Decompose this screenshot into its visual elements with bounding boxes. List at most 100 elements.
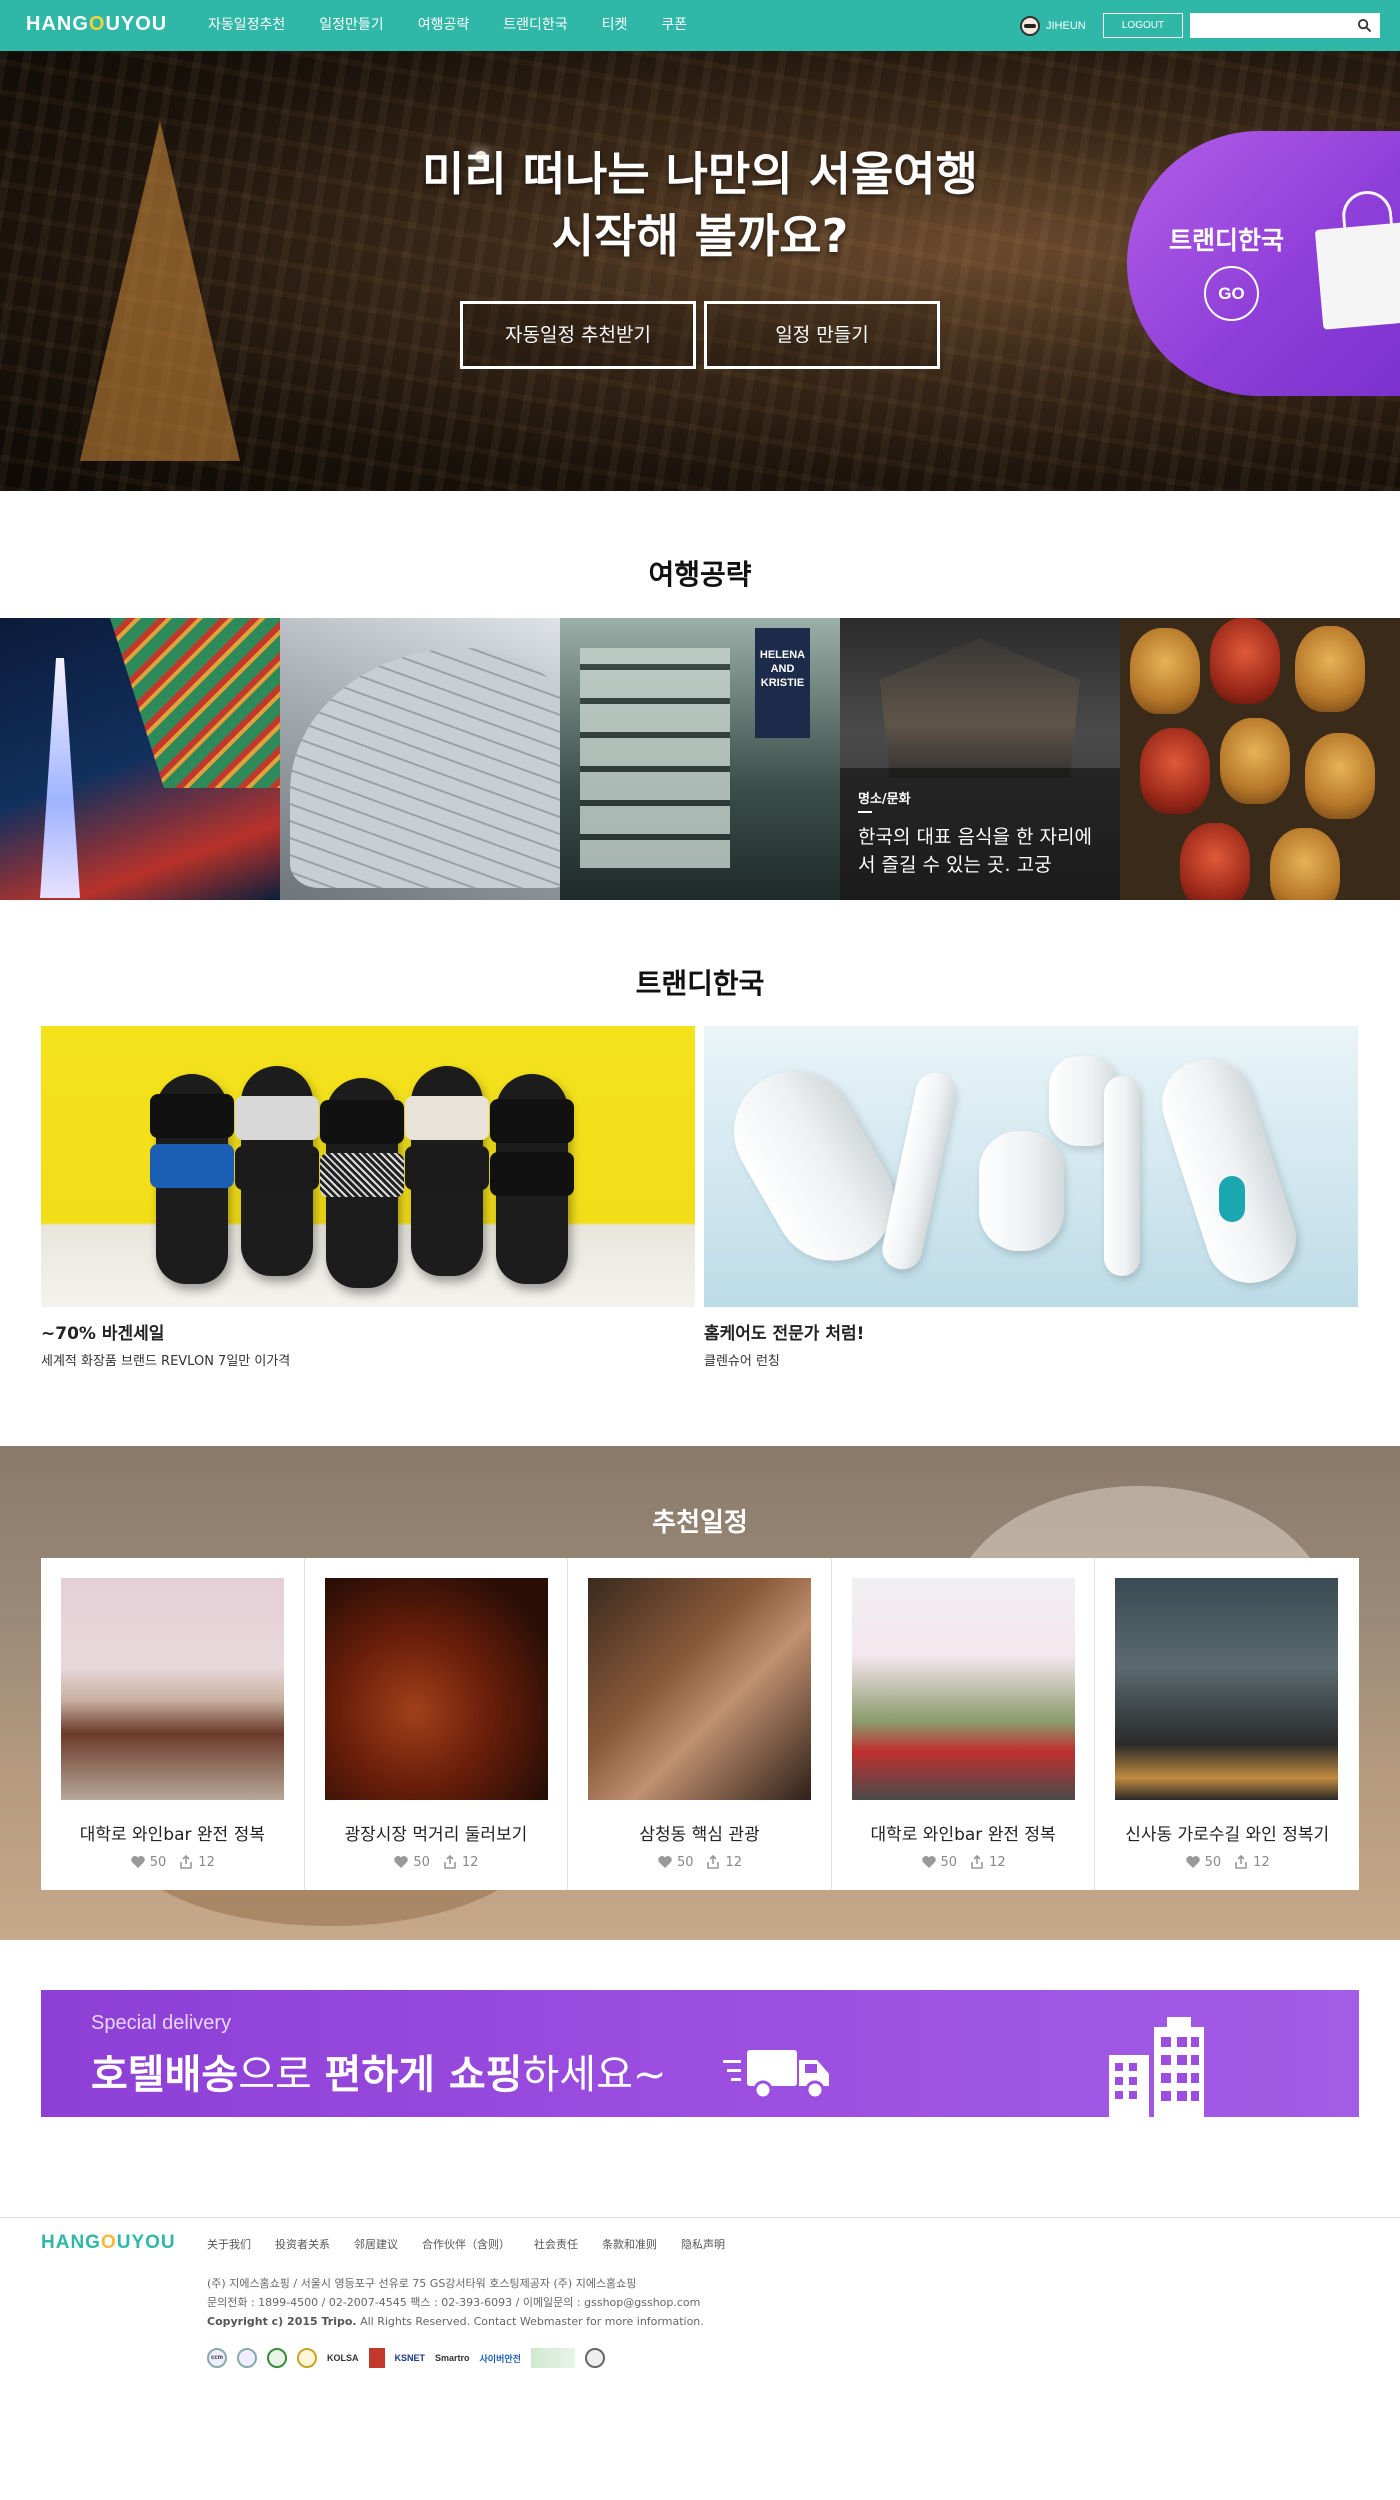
footer-link-privacy[interactable]: 隐私声明 [681,2236,725,2252]
shopping-bag-icon [1314,222,1400,330]
truck-icon [723,2050,829,2100]
trendy-korea-promo[interactable]: 트랜디한국 GO [1127,131,1400,396]
site-logo[interactable]: HANGOUYOU [26,13,167,36]
trendy-section-title: 트랜디한국 [635,967,765,1000]
special-delivery-banner[interactable]: Special delivery 호텔배송으로 편하게 쇼핑하세요~ [41,1990,1359,2117]
guide-tile-masks[interactable] [1120,618,1400,900]
footer-link-social-responsibility[interactable]: 社会责任 [534,2236,578,2252]
mask-image [1210,618,1280,704]
footer-link-investors[interactable]: 投资者关系 [275,2236,330,2252]
share-icon [1235,1854,1247,1869]
nav-travel-guide[interactable]: 여행공략 [418,0,470,51]
like-count[interactable]: 50 [1185,1854,1221,1870]
footer-link-partners[interactable]: 合作伙伴（含则） [422,2236,510,2252]
smartro-badge-icon: Smartro [435,2353,470,2363]
certification-badge-icon [237,2348,257,2368]
share-count[interactable]: 12 [705,1854,742,1870]
like-count[interactable]: 50 [130,1854,166,1870]
footer-link-about[interactable]: 关于我们 [207,2236,251,2252]
search-icon[interactable] [1357,18,1372,33]
itinerary-card[interactable]: 삼청동 핵심 관광 50 12 [568,1558,832,1890]
card-title: 삼청동 핵심 관광 [639,1825,760,1845]
card-meta: 50 12 [41,1854,304,1870]
search-input[interactable] [1190,13,1350,38]
sandals-image [41,1026,695,1307]
heart-icon [921,1856,936,1868]
nav-auto-schedule[interactable]: 자동일정추천 [208,0,285,51]
sandal [490,1074,574,1284]
hero-title-line1: 미리 떠나는 나만의 서울여행 [422,147,978,201]
nav-ticket[interactable]: 티켓 [602,0,628,51]
like-count[interactable]: 50 [393,1854,430,1870]
trendy-item-subtitle: 세계적 화장품 브랜드 REVLON 7일만 이가격 [41,1354,291,1369]
logout-button[interactable]: LOGOUT [1103,13,1183,38]
device [1150,1047,1308,1295]
certification-badge-icon [530,2348,575,2368]
banner-subtitle: Special delivery [91,2012,232,2034]
trendy-item-title: ~70% 바겐세일 [41,1324,165,1344]
nav-trendy-korea[interactable]: 트랜디한국 [503,0,567,51]
guide-tile-street[interactable]: HELENA AND KRISTIE [560,618,840,900]
certification-badge-icon [267,2348,287,2368]
itinerary-card[interactable]: 대학로 와인bar 완전 정복 50 12 [41,1558,305,1890]
itinerary-card[interactable]: 광장시장 먹거리 둘러보기 50 12 [305,1558,569,1890]
palace-roof-image [110,618,280,788]
avatar[interactable] [1020,16,1040,36]
make-schedule-button[interactable]: 일정 만들기 [704,301,940,369]
main-nav: 자동일정추천 일정만들기 여행공략 트랜디한국 티켓 쿠폰 [208,0,721,51]
share-icon [180,1854,193,1869]
banner-headline: 호텔배송으로 편하게 쇼핑하세요~ [91,2052,667,2098]
trendy-item-title: 홈케어도 전문가 처럼! [704,1324,865,1344]
certification-badges: ccm KOLSA KSNET Smartro 사이버안전 [207,2348,605,2368]
card-title: 광장시장 먹거리 둘러보기 [344,1825,528,1845]
card-meta: 50 12 [1095,1854,1359,1870]
tile-description: 한국의 대표 음식을 한 자리에서 즐길 수 있는 곳. 고궁 [858,826,1092,876]
building-windows-image [580,648,730,868]
recommended-cards: 대학로 와인bar 완전 정복 50 12 광장시장 먹거리 둘러보기 50 1… [41,1558,1359,1890]
certification-badge-icon [368,2348,385,2368]
share-icon [444,1854,456,1869]
device [1104,1076,1140,1276]
trendy-item-subtitle: 클렌슈어 런칭 [704,1354,780,1369]
promo-go-button[interactable]: GO [1204,266,1259,321]
shop-sign: HELENA AND KRISTIE [755,628,810,738]
auto-schedule-button[interactable]: 자동일정 추천받기 [460,301,696,369]
itinerary-card[interactable]: 대학로 와인bar 완전 정복 50 12 [832,1558,1096,1890]
device [979,1131,1064,1251]
company-address: (주) 지에스홈쇼핑 / 서울시 영등포구 선유로 75 GS강서타워 호스팅제… [207,2277,637,2290]
nav-make-schedule[interactable]: 일정만들기 [319,0,383,51]
share-count[interactable]: 12 [969,1854,1006,1870]
tile-divider [858,811,872,813]
like-count[interactable]: 50 [921,1854,957,1870]
device [878,1069,960,1273]
guide-tile-palace[interactable]: 명소/문화 한국의 대표 음식을 한 자리에서 즐길 수 있는 곳. 고궁 [840,618,1120,900]
beauty-devices-image [704,1026,1358,1307]
card-thumbnail-trolley [851,1578,1075,1800]
certification-badge-icon [297,2348,317,2368]
share-icon [707,1854,720,1869]
footer-link-terms[interactable]: 条款和准则 [602,2236,657,2252]
guide-tile-ddp[interactable] [280,618,560,900]
kolsa-badge-icon: KOLSA [327,2353,359,2363]
footer-logo[interactable]: HANGOUYOU [41,2232,176,2254]
guide-strip: HELENA AND KRISTIE 명소/문화 한국의 대표 음식을 한 자리… [0,618,1400,900]
ccm-badge-icon: ccm [207,2348,227,2368]
share-count[interactable]: 12 [1233,1854,1270,1870]
sandal [235,1066,319,1276]
footer-link-suggestions[interactable]: 邻居建议 [354,2236,398,2252]
promo-title: 트랜디한국 [1169,226,1285,255]
share-count[interactable]: 12 [178,1854,215,1870]
trendy-item-beauty-devices[interactable]: 홈케어도 전문가 처럼! 클렌슈어 런칭 [704,1026,1358,1369]
like-count[interactable]: 50 [657,1854,693,1870]
trendy-item-sandals[interactable]: ~70% 바겐세일 세계적 화장품 브랜드 REVLON 7일만 이가격 [41,1026,695,1369]
company-contact: 문의전화 : 1899-4500 / 02-2007-4545 팩스 : 02-… [207,2296,701,2309]
heart-icon [394,1856,409,1868]
mask-image [1180,823,1250,900]
share-count[interactable]: 12 [442,1854,478,1870]
itinerary-card[interactable]: 신사동 가로수길 와인 정복기 50 12 [1095,1558,1359,1890]
username: JIHEUN [1046,20,1086,32]
guide-tile-namsan-tower[interactable] [0,618,280,900]
nav-coupon[interactable]: 쿠폰 [661,0,687,51]
copyright: Copyright c) 2015 Tripo. All Rights Rese… [207,2315,704,2328]
search-box [1190,13,1380,38]
